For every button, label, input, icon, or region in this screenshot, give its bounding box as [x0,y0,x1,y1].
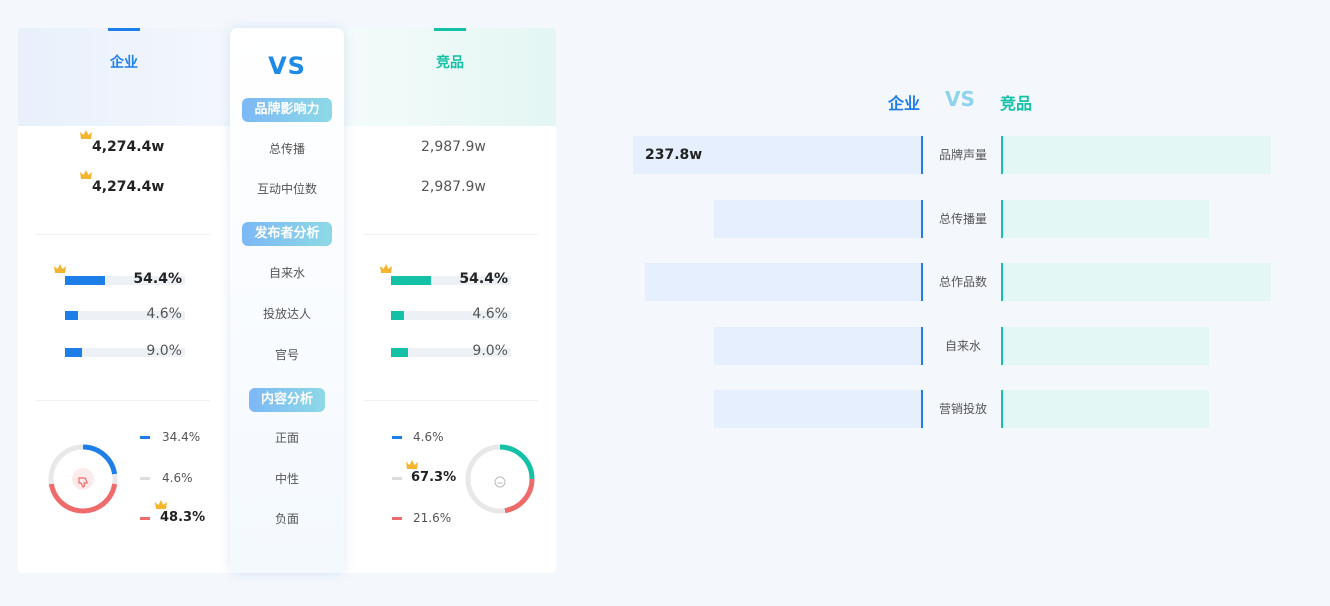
bar-competitor[interactable] [1001,200,1209,238]
competitor-neutral-pct: 67.3% [411,470,457,485]
metric-label-interaction-median: 互动中位数 [256,182,317,196]
enterprise-organic-pct: 54.4% [133,271,182,287]
category-label: 总传播量 [938,212,987,226]
bar-fill [391,311,404,320]
metric-label-positive: 正面 [274,431,299,445]
bar-fill [391,348,408,357]
competitor-interaction-median: 2,987.9w [421,179,486,195]
bar-competitor[interactable] [1001,263,1271,301]
chart-row: 品牌声量 237.8w [630,136,1310,174]
divider [364,400,538,401]
crown-icon [54,264,66,274]
chart-row: 营销投放 [630,390,1310,428]
metric-label-negative: 负面 [274,512,299,526]
bar-fill [65,311,78,320]
competitor-total-spread: 2,987.9w [421,139,486,155]
chart-legend: 企业 VS 竞品 [630,87,1310,114]
bar-competitor[interactable] [1001,327,1209,365]
bar-enterprise[interactable] [714,327,923,365]
legend-negative-dash [140,517,150,520]
category-label: 总作品数 [938,275,987,289]
category-label: 品牌声量 [938,148,987,162]
bar-fill [391,276,431,285]
legend-neutral-dash [140,477,150,480]
bar-enterprise[interactable] [714,200,923,238]
section-content-analysis: 内容分析 [249,388,325,412]
competitor-organic-pct: 54.4% [459,271,508,287]
chart-row: 总传播量 [630,200,1310,238]
legend-positive-dash [392,436,402,439]
competitor-paid-kol-pct: 4.6% [472,306,508,322]
enterprise-tab-indicator [108,28,140,31]
metric-label-column: VS 品牌影响力 总传播 互动中位数 发布者分析 自来水 投放达人 官号 内容分… [230,28,344,573]
crown-icon [80,130,92,140]
section-publisher-analysis: 发布者分析 [242,222,332,246]
competitor-sentiment-donut [463,442,537,516]
metric-label-official: 官号 [274,348,299,362]
divider [364,234,538,235]
butterfly-chart: 企业 VS 竞品 品牌声量 237.8w 总传播量总作品数自来水营销投放 [630,0,1310,606]
enterprise-negative-pct: 48.3% [160,510,206,525]
enterprise-column-title: 企业 [110,55,138,71]
divider [36,400,210,401]
metric-label-paid-kol: 投放达人 [262,307,311,321]
legend-competitor: 竞品 [1000,94,1033,113]
metric-label-neutral: 中性 [274,472,299,486]
competitor-column-title: 竞品 [436,55,464,71]
bar-fill [65,348,82,357]
enterprise-paid-kol-pct: 4.6% [146,306,182,322]
enterprise-official-pct: 9.0% [146,343,182,359]
competitor-tab-indicator [434,28,466,31]
chart-row: 总作品数 [630,263,1310,301]
enterprise-total-spread: 4,274.4w [92,139,165,155]
category-label: 自来水 [944,339,981,353]
competitor-negative-pct: 21.6% [413,511,452,525]
divider [36,234,210,235]
legend-positive-dash [140,436,150,439]
legend-enterprise: 企业 [888,94,921,113]
bar-competitor[interactable] [1001,390,1209,428]
crown-icon [155,500,167,510]
neutral-face-icon [494,473,506,488]
comparison-card: 企业 竞品 VS 品牌影响力 总传播 互动中位数 发布者分析 自来水 投放达人 … [18,28,556,573]
enterprise-sentiment-donut [46,442,120,516]
metric-label-organic: 自来水 [268,266,305,280]
legend-negative-dash [392,517,402,520]
enterprise-positive-pct: 34.4% [162,430,201,444]
bar-enterprise[interactable] [714,390,923,428]
bar-fill [65,276,105,285]
bar-enterprise[interactable] [645,263,923,301]
metric-label-total-spread: 总传播 [268,142,305,156]
chart-row: 自来水 [630,327,1310,365]
enterprise-interaction-median: 4,274.4w [92,179,165,195]
competitor-official-pct: 9.0% [472,343,508,359]
section-brand-influence: 品牌影响力 [242,98,332,122]
legend-neutral-dash [392,477,402,480]
category-label: 营销投放 [938,402,987,416]
bar-competitor[interactable] [1001,136,1271,174]
vs-label: VS [268,52,306,80]
thumbs-down-icon [77,473,89,488]
competitor-positive-pct: 4.6% [413,430,444,444]
crown-icon [80,170,92,180]
legend-vs: VS [945,87,975,111]
crown-icon [406,460,418,470]
enterprise-neutral-pct: 4.6% [162,471,193,485]
bar-data-label: 237.8w [645,147,703,163]
crown-icon [380,264,392,274]
